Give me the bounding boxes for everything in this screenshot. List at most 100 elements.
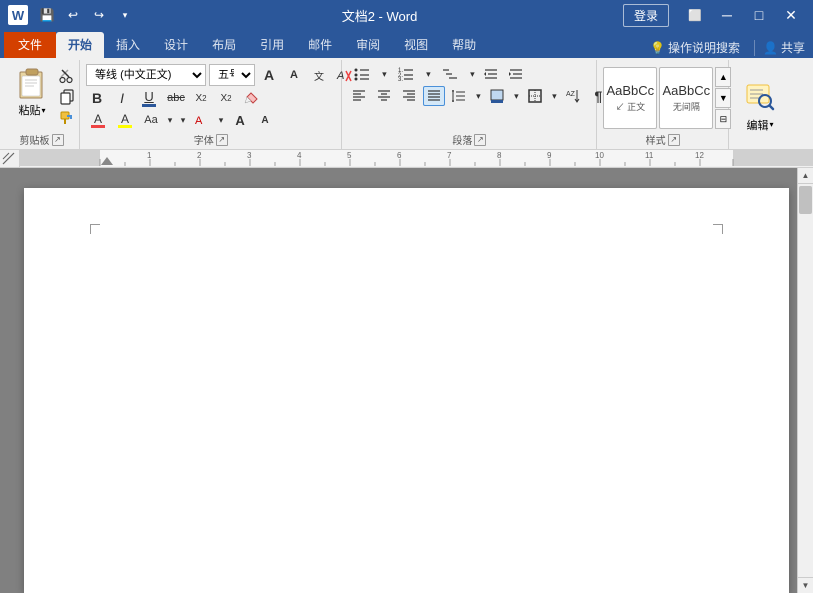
svg-text:7: 7 xyxy=(447,151,452,160)
tab-insert[interactable]: 插入 xyxy=(104,32,152,58)
quick-redo-btn[interactable]: ↪ xyxy=(88,4,110,26)
align-center-icon xyxy=(376,88,392,104)
copy-button[interactable] xyxy=(56,87,78,107)
line-spacing-btn[interactable] xyxy=(448,86,470,106)
tab-mailings[interactable]: 邮件 xyxy=(296,32,344,58)
increase-indent-btn[interactable] xyxy=(505,64,527,84)
bold-button[interactable]: B xyxy=(86,88,108,108)
svg-text:9: 9 xyxy=(547,151,552,160)
font-row-1: 等线 (中文正文) 五号 A A 文 A xyxy=(86,64,355,86)
tab-help[interactable]: 帮助 xyxy=(440,32,488,58)
document-page[interactable] xyxy=(24,188,789,593)
shading-dropdown[interactable]: ▾ xyxy=(511,86,521,106)
restore-btn[interactable]: □ xyxy=(745,5,773,25)
paragraph-dialog-launcher[interactable]: ↗ xyxy=(474,134,486,146)
svg-text:6: 6 xyxy=(397,151,402,160)
paragraph-group-label: 段落 ↗ xyxy=(348,130,590,149)
font-color-btn[interactable]: A xyxy=(86,110,110,130)
subscript-button[interactable]: X2 xyxy=(190,88,212,108)
font-color-dropdown[interactable]: ▾ xyxy=(165,110,175,130)
scroll-thumb[interactable] xyxy=(799,186,812,214)
font-row-2: B I U abc X2 X2 xyxy=(86,88,262,108)
font-enlarge-btn[interactable]: A xyxy=(229,110,251,130)
corner-mark-tr xyxy=(713,224,723,234)
minimize-btn[interactable]: ─ xyxy=(713,5,741,25)
tab-review[interactable]: 审阅 xyxy=(344,32,392,58)
underline-button[interactable]: U xyxy=(136,88,162,108)
scroll-up-btn[interactable]: ▲ xyxy=(798,168,813,184)
title-bar-right: 登录 ⬜ ─ □ ✕ xyxy=(623,4,805,27)
style-noSpacing-btn[interactable]: AaBbCc 无间隔 xyxy=(659,67,713,129)
editing-dropdown-icon: ▾ xyxy=(769,120,773,129)
share-btn[interactable]: 👤 共享 xyxy=(763,39,805,56)
clipboard-dialog-launcher[interactable]: ↗ xyxy=(52,134,64,146)
numbered-dropdown[interactable]: ▾ xyxy=(423,64,433,84)
quick-save-btn[interactable]: 💾 xyxy=(36,4,58,26)
paste-button[interactable]: 粘贴 ▾ xyxy=(10,64,54,120)
tab-design[interactable]: 设计 xyxy=(152,32,200,58)
italic-button[interactable]: I xyxy=(111,88,133,108)
quick-dropdown-btn[interactable]: ▾ xyxy=(114,4,136,26)
ribbon-group-paragraph: ▾ 1. 2. 3. ▾ xyxy=(342,60,597,149)
sort-btn[interactable]: AZ xyxy=(562,86,584,106)
login-button[interactable]: 登录 xyxy=(623,4,669,27)
highlight-color-btn[interactable]: A xyxy=(113,110,137,130)
align-right-btn[interactable] xyxy=(398,86,420,106)
justify-btn[interactable] xyxy=(423,86,445,106)
paste-svg xyxy=(16,66,48,102)
font-name-select[interactable]: 等线 (中文正文) xyxy=(86,64,206,86)
ribbon-collapse-btn[interactable]: ⬜ xyxy=(681,5,709,25)
highlight-dropdown[interactable]: ▾ xyxy=(178,110,188,130)
tab-home[interactable]: 开始 xyxy=(56,32,104,58)
font-size-select[interactable]: 五号 xyxy=(209,64,255,86)
tab-layout[interactable]: 布局 xyxy=(200,32,248,58)
svg-text:11: 11 xyxy=(645,151,654,160)
doc-area[interactable] xyxy=(0,168,813,593)
align-center-btn[interactable] xyxy=(373,86,395,106)
font-dialog-launcher[interactable]: ↗ xyxy=(216,134,228,146)
ribbon-group-editing: 编辑 ▾ xyxy=(729,60,809,149)
styles-dialog-launcher[interactable]: ↗ xyxy=(668,134,680,146)
style-normal-btn[interactable]: AaBbCc ↙ 正文 xyxy=(603,67,657,129)
numbered-list-btn[interactable]: 1. 2. 3. xyxy=(392,64,420,84)
close-btn[interactable]: ✕ xyxy=(777,5,805,25)
align-left-btn[interactable] xyxy=(348,86,370,106)
shading-btn[interactable] xyxy=(486,86,508,106)
scroll-down-btn[interactable]: ▼ xyxy=(798,577,813,593)
ribbon-group-styles: AaBbCc ↙ 正文 AaBbCc 无间隔 ▲ ▼ ⊟ 样式 ↗ xyxy=(597,60,729,149)
multilevel-list-btn[interactable] xyxy=(436,64,464,84)
paste-icon xyxy=(14,66,50,102)
share-icon: 👤 xyxy=(763,41,778,55)
font-reduce-btn[interactable]: A xyxy=(254,110,276,130)
tab-file[interactable]: 文件 xyxy=(4,32,56,58)
format-painter-button[interactable] xyxy=(56,108,78,128)
font-case-btn[interactable]: Aa xyxy=(140,110,162,130)
cut-button[interactable] xyxy=(56,66,78,86)
tab-view[interactable]: 视图 xyxy=(392,32,440,58)
clipboard-group-label: 剪贴板 ↗ xyxy=(10,130,73,149)
multilevel-dropdown[interactable]: ▾ xyxy=(467,64,477,84)
ideas-btn[interactable]: 💡 操作说明搜索 xyxy=(644,37,746,58)
quick-undo-btn[interactable]: ↩ xyxy=(62,4,84,26)
erase-button[interactable] xyxy=(240,88,262,108)
editing-find-btn[interactable]: 编辑 ▾ xyxy=(735,77,785,135)
editing-group-label xyxy=(735,145,803,149)
bullet-list-icon xyxy=(353,66,371,82)
font-color-label-btn[interactable]: A xyxy=(191,110,213,130)
font-shrink-btn[interactable]: A xyxy=(283,65,305,85)
tab-references[interactable]: 引用 xyxy=(248,32,296,58)
border-btn[interactable] xyxy=(524,86,546,106)
font-wen-btn[interactable]: 文 xyxy=(308,65,330,85)
superscript-button[interactable]: X2 xyxy=(215,88,237,108)
strikethrough-button[interactable]: abc xyxy=(165,88,187,108)
bullet-dropdown[interactable]: ▾ xyxy=(379,64,389,84)
line-spacing-dropdown[interactable]: ▾ xyxy=(473,86,483,106)
bullet-list-btn[interactable] xyxy=(348,64,376,84)
decrease-indent-icon xyxy=(483,66,499,82)
font-case-dropdown[interactable]: ▾ xyxy=(216,110,226,130)
ribbon-group-clipboard: 粘贴 ▾ xyxy=(4,60,80,149)
decrease-indent-btn[interactable] xyxy=(480,64,502,84)
border-dropdown[interactable]: ▾ xyxy=(549,86,559,106)
font-grow-btn[interactable]: A xyxy=(258,65,280,85)
ruler-corner[interactable] xyxy=(0,150,20,168)
